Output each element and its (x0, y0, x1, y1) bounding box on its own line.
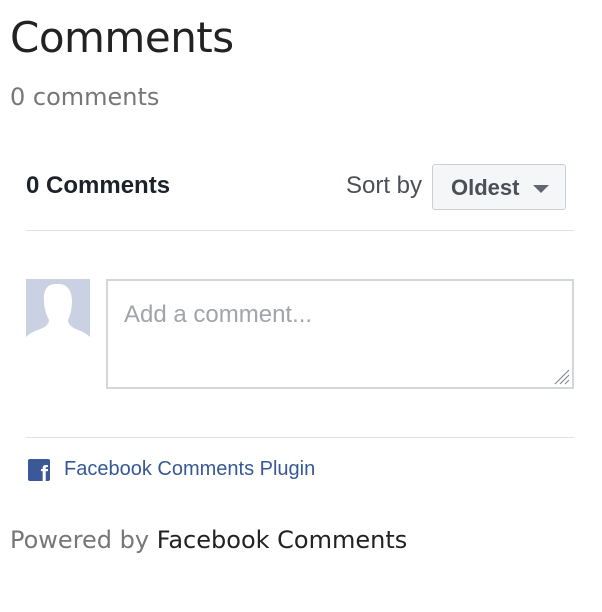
chevron-down-icon (533, 185, 549, 193)
powered-by-link[interactable]: Facebook Comments (157, 526, 408, 554)
plugin-footer: f Facebook Comments Plugin (26, 437, 574, 498)
facebook-logo-icon: f (28, 459, 50, 481)
plugin-header: 0 Comments Sort by Oldest (26, 150, 574, 231)
resize-handle-icon[interactable] (552, 367, 570, 385)
comment-input-box (106, 279, 574, 389)
default-avatar-icon (26, 279, 90, 343)
plugin-comment-count: 0 Comments (26, 172, 171, 199)
avatar (26, 279, 90, 343)
sort-label: Sort by (345, 172, 422, 199)
powered-by: Powered by Facebook Comments (10, 522, 407, 558)
facebook-comments-plugin: 0 Comments Sort by Oldest f Facebook Com… (26, 150, 574, 495)
sort-selected-value: Oldest (451, 175, 520, 200)
comment-input[interactable] (108, 281, 572, 387)
sort-dropdown[interactable]: Oldest (432, 164, 566, 210)
comment-count-text: 0 comments (10, 83, 160, 111)
page-title: Comments (10, 13, 234, 62)
powered-by-prefix: Powered by (10, 526, 150, 554)
facebook-comments-plugin-link[interactable]: Facebook Comments Plugin (64, 455, 315, 483)
